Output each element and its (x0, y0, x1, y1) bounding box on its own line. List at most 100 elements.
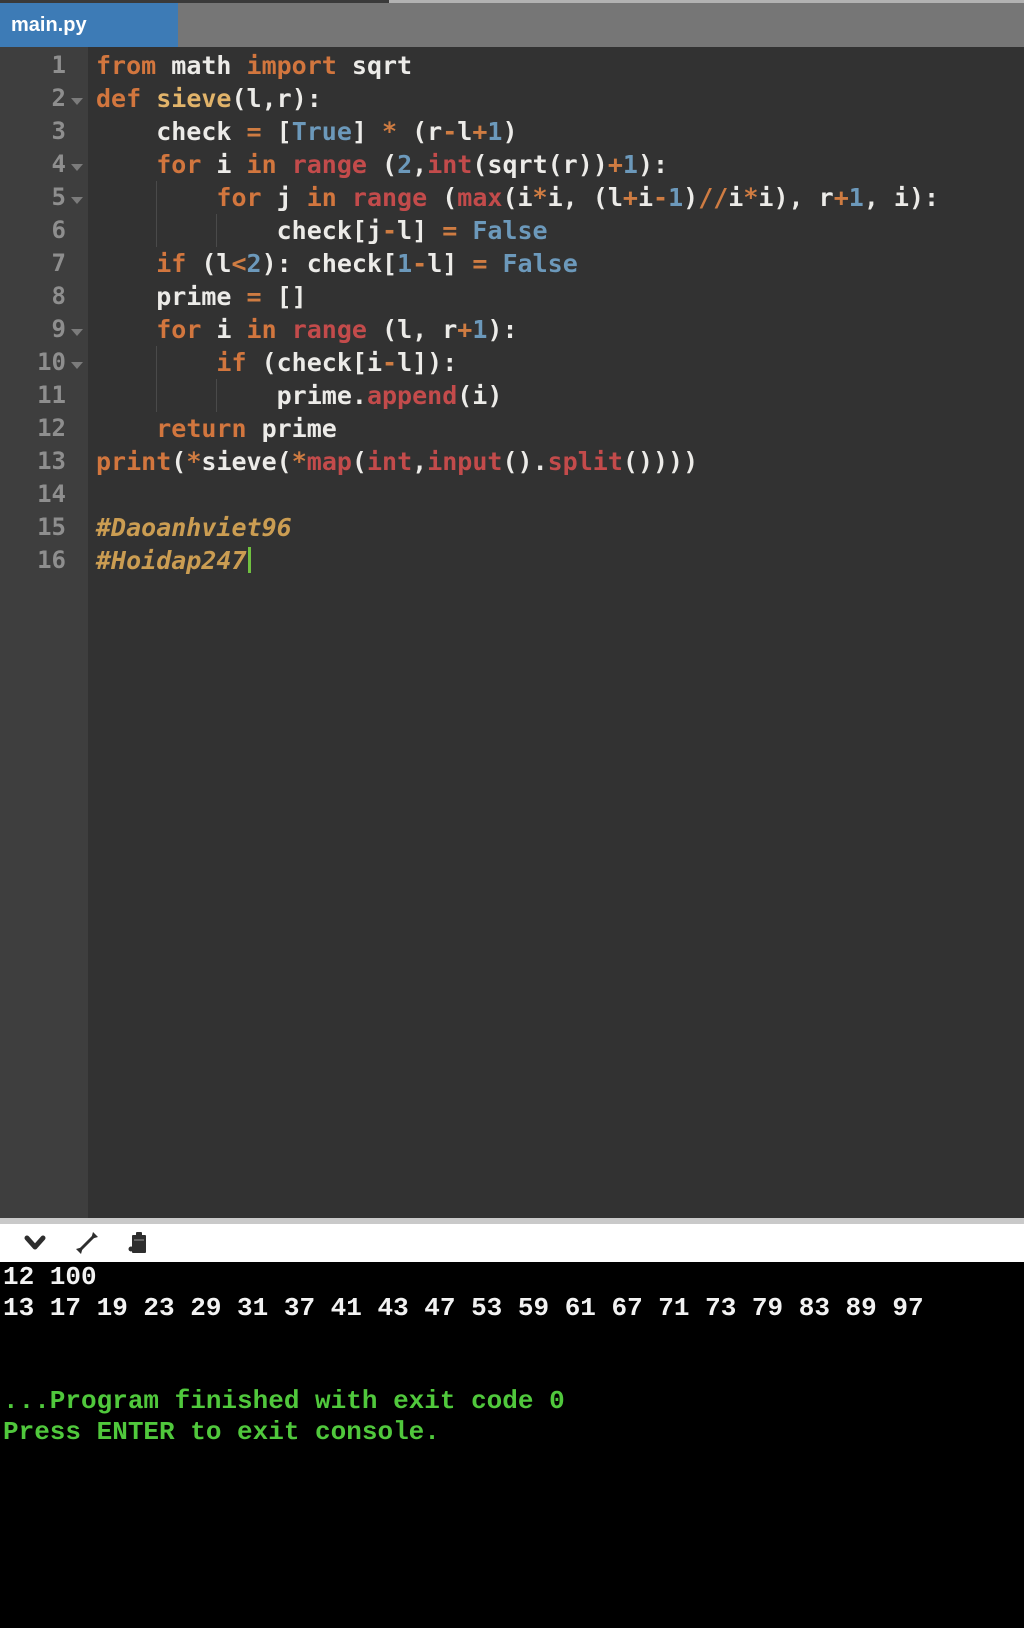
code-token: l] (397, 216, 443, 245)
line-number-gutter: 1 2 3 4 5 6 7 8 9 10 11 12 13 14 15 16 (0, 47, 88, 1218)
code-line[interactable]: return prime (88, 412, 1024, 445)
code-token: 1 (622, 150, 638, 179)
code-token: for (216, 183, 262, 212)
code-token: - (381, 216, 398, 245)
code-token: range (291, 315, 367, 344)
code-token: (). (502, 447, 548, 476)
code-token: 1 (472, 315, 488, 344)
code-line[interactable]: if (check[i-l]): (88, 346, 1024, 379)
code-token: (l (186, 249, 232, 278)
code-token: in (306, 183, 337, 212)
console-toolbar (0, 1224, 1024, 1262)
code-line[interactable]: print(*sieve(*map(int,input().split()))) (88, 445, 1024, 478)
code-token: 2 (397, 150, 413, 179)
indent-guide (216, 379, 218, 412)
code-token: int (366, 447, 413, 476)
code-line[interactable]: for j in range (max(i*i, (l+i-1)//i*i), … (88, 181, 1024, 214)
code-token: check (96, 117, 247, 146)
code-line[interactable]: #Daoanhviet96 (88, 511, 1024, 544)
line-number: 2 (0, 82, 88, 115)
code-token: i (637, 183, 653, 212)
code-token: in (246, 315, 277, 344)
code-token: math (156, 51, 247, 80)
code-token: j (261, 183, 307, 212)
code-token: 1 (848, 183, 864, 212)
code-token: = (472, 249, 488, 278)
fold-arrow-icon[interactable] (71, 164, 83, 171)
line-number: 6 (51, 216, 66, 244)
code-token: [ (261, 117, 292, 146)
code-token: split (547, 447, 623, 476)
code-token: map (306, 447, 352, 476)
paste-icon[interactable] (126, 1230, 152, 1256)
code-line[interactable]: check[j-l] = False (88, 214, 1024, 247)
code-token: range (351, 183, 428, 212)
code-token: ) (502, 117, 518, 146)
tab-main-py[interactable]: main.py (0, 3, 178, 47)
tab-label: main.py (11, 13, 87, 36)
code-line[interactable]: def sieve(l,r): (88, 82, 1024, 115)
code-line[interactable]: for i in range (2,int(sqrt(r))+1): (88, 148, 1024, 181)
code-token: + (472, 117, 488, 146)
code-token: prime (246, 414, 337, 443)
code-token: * (186, 447, 202, 476)
code-token: append (366, 381, 458, 410)
code-token: prime (96, 282, 247, 311)
code-token: + (622, 183, 638, 212)
code-token: False (502, 249, 578, 278)
code-token: for (156, 150, 202, 179)
console-line: 13 17 19 23 29 31 37 41 43 47 53 59 61 6… (3, 1293, 924, 1323)
code-line[interactable]: #Hoidap247 (88, 544, 1024, 577)
fold-arrow-icon[interactable] (71, 329, 83, 336)
code-token: ( (366, 150, 398, 179)
code-line[interactable] (88, 478, 1024, 511)
code-token: import (246, 51, 337, 80)
code-token: 1 (487, 117, 503, 146)
code-token: #Hoidap247 (96, 546, 247, 575)
line-number: 15 (37, 513, 66, 541)
line-number: 12 (37, 414, 66, 442)
code-token: , i): (863, 183, 940, 212)
code-line[interactable]: prime = [] (88, 280, 1024, 313)
code-token: (l,r): (231, 84, 322, 113)
code-token: ] (351, 117, 383, 146)
code-token: if (216, 348, 247, 377)
code-token: ): (487, 315, 518, 344)
code-token: ( (427, 183, 458, 212)
code-token: ): (637, 150, 669, 179)
code-token: print (96, 447, 172, 476)
indent-guide (156, 379, 158, 412)
code-token: input (427, 447, 503, 476)
line-number: 1 (51, 51, 66, 79)
code-token: (i (502, 183, 533, 212)
fold-arrow-icon[interactable] (71, 197, 83, 204)
code-token: sqrt (336, 51, 413, 80)
code-token: True (291, 117, 352, 146)
indent-guide (156, 181, 158, 214)
code-line[interactable]: check = [True] * (r-l+1) (88, 115, 1024, 148)
chevron-down-icon[interactable] (22, 1230, 48, 1256)
code-line[interactable]: for i in range (l, r+1): (88, 313, 1024, 346)
line-number: 7 (51, 249, 66, 277)
console-output[interactable]: 12 100 13 17 19 23 29 31 37 41 43 47 53 5… (0, 1262, 1024, 1628)
code-line[interactable]: prime.append(i) (88, 379, 1024, 412)
code-line[interactable]: if (l<2): check[1-l] = False (88, 247, 1024, 280)
code-token: sieve (156, 84, 232, 113)
console-line: 12 100 (3, 1262, 97, 1292)
code-area[interactable]: from math import sqrt def sieve(l,r): che… (88, 47, 1024, 1218)
code-line[interactable]: from math import sqrt (88, 49, 1024, 82)
fold-arrow-icon[interactable] (71, 98, 83, 105)
code-token: , (412, 150, 428, 179)
code-token: for (156, 315, 202, 344)
code-editor[interactable]: 1 2 3 4 5 6 7 8 9 10 11 12 13 14 15 16 from math import… (0, 47, 1024, 1218)
ide-window: main.py 1 2 3 4 5 6 7 8 9 10 11 12 13 14 15 16 from mat… (0, 0, 1024, 1628)
code-token: prime. (96, 381, 367, 410)
resize-diagonal-icon[interactable] (74, 1230, 100, 1256)
fold-arrow-icon[interactable] (71, 362, 83, 369)
code-token: (l, r (366, 315, 458, 344)
code-token: (sqrt(r)) (472, 150, 608, 179)
